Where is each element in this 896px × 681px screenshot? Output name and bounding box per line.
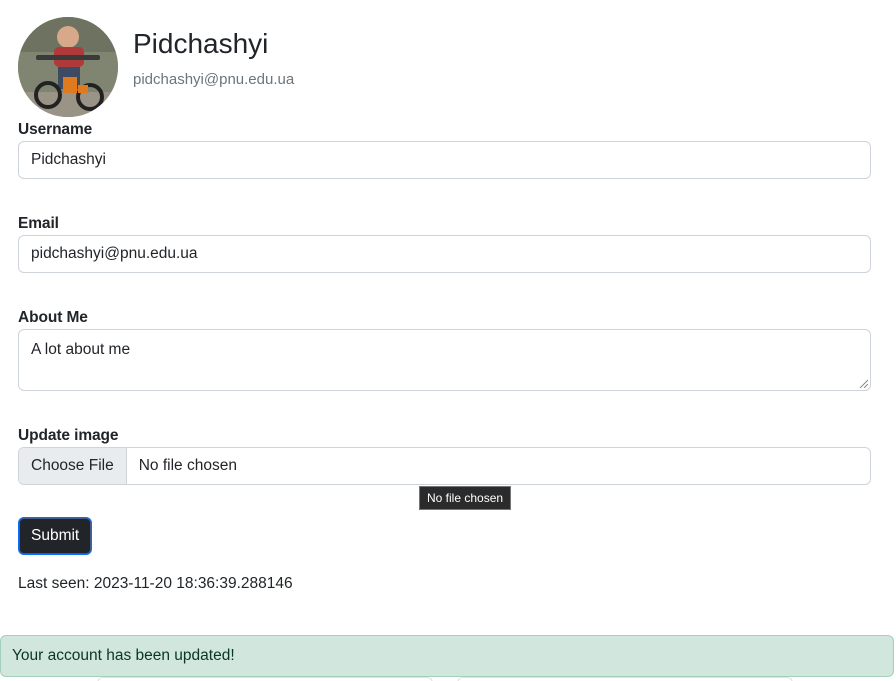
profile-name: Pidchashyi (133, 28, 269, 59)
submit-button[interactable]: Submit (18, 517, 93, 555)
last-seen: Last seen: 2023-11-20 18:36:39.288146 (18, 575, 293, 592)
email-label: Email (18, 215, 59, 232)
profile-page: Pidchashyi pidchashyi@pnu.edu.ua Usernam… (0, 0, 896, 681)
card-edge (97, 677, 433, 681)
alert-message: Your account has been updated! (12, 647, 235, 664)
about-text: A lot about me (31, 341, 131, 358)
success-alert: Your account has been updated! (0, 635, 894, 677)
choose-file-button[interactable]: Choose File (19, 448, 127, 484)
image-label: Update image (18, 427, 119, 444)
avatar (18, 17, 118, 117)
file-status: No file chosen (138, 457, 237, 474)
email-input[interactable] (18, 235, 871, 273)
profile-email: pidchashyi@pnu.edu.ua (133, 71, 295, 88)
avatar-photo (18, 17, 118, 117)
file-tooltip: No file chosen (419, 486, 512, 510)
username-input[interactable] (18, 141, 871, 179)
about-textarea[interactable]: A lot about me (18, 329, 871, 391)
about-label: About Me (18, 309, 88, 326)
username-label: Username (18, 121, 93, 138)
resize-grip-icon[interactable] (859, 379, 868, 388)
image-file-input[interactable]: Choose File No file chosen (18, 447, 871, 485)
card-edge (457, 677, 793, 681)
